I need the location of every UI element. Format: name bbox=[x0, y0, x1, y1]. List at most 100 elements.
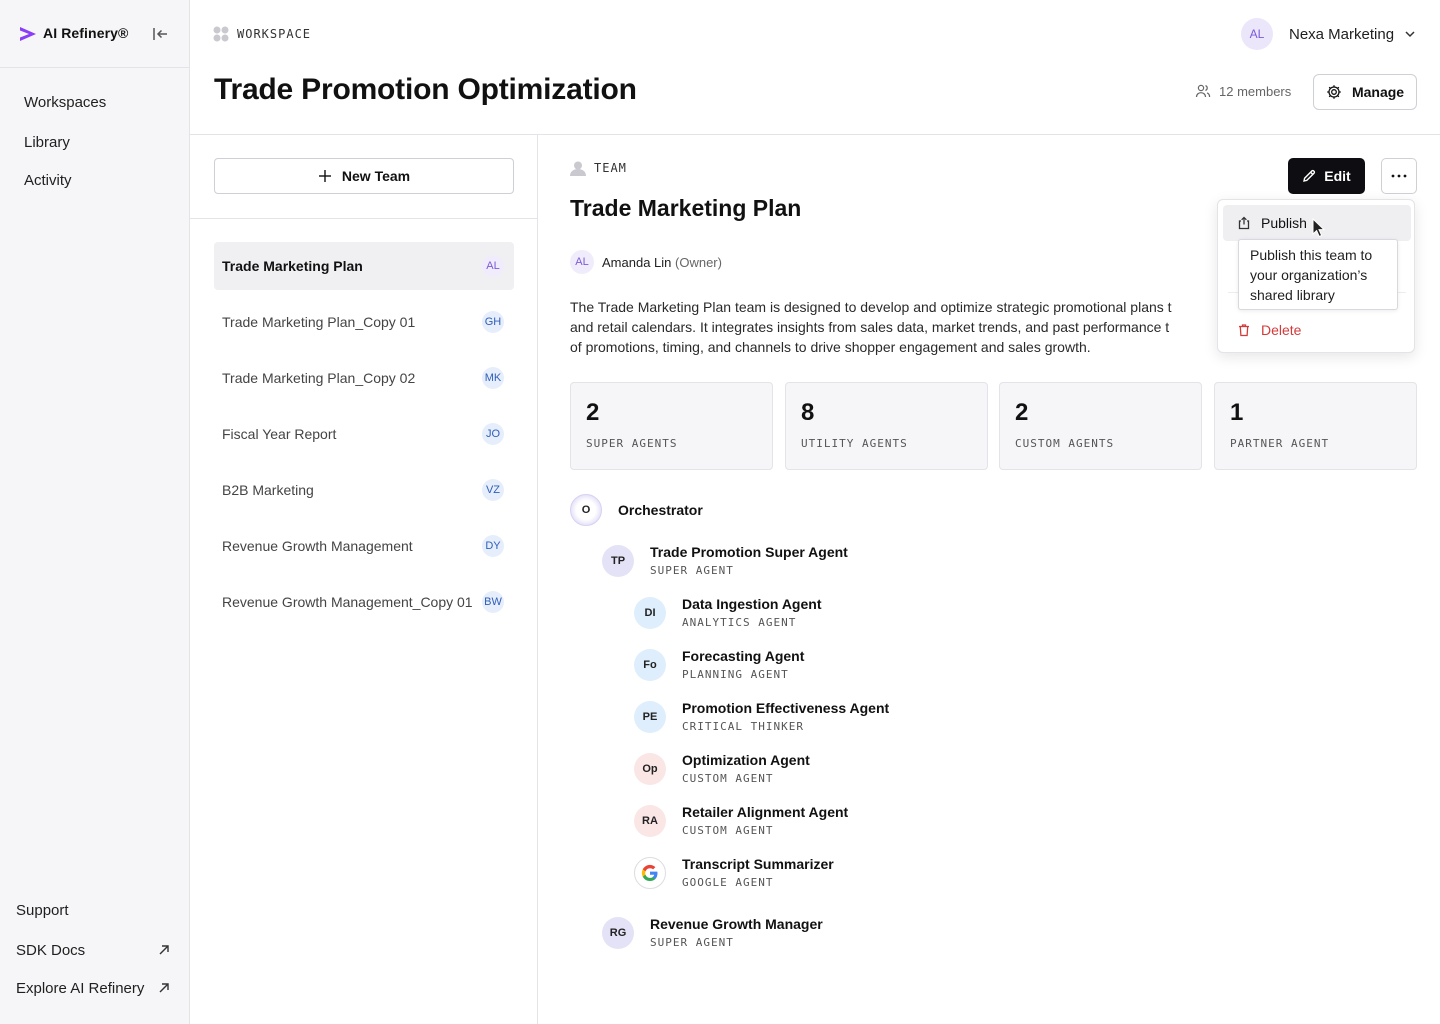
org-name: Nexa Marketing bbox=[1289, 25, 1395, 43]
nav-activity[interactable]: Activity bbox=[24, 172, 72, 189]
team-item-label: Trade Marketing Plan_Copy 02 bbox=[222, 370, 416, 386]
explore-label: Explore AI Refinery bbox=[16, 980, 145, 997]
team-list-divider bbox=[190, 218, 537, 219]
team-item[interactable]: Fiscal Year Report JO bbox=[214, 410, 514, 458]
team-item[interactable]: Trade Marketing Plan_Copy 02 MK bbox=[214, 354, 514, 402]
delete-menu-item[interactable]: Delete bbox=[1223, 312, 1411, 348]
team-item-label: Trade Marketing Plan bbox=[222, 258, 363, 274]
team-item[interactable]: Trade Marketing Plan_Copy 01 GH bbox=[214, 298, 514, 346]
agent-node[interactable]: RA Retailer Alignment Agent CUSTOM AGENT bbox=[634, 804, 848, 837]
agent-name: Revenue Growth Manager bbox=[650, 916, 823, 932]
agent-type: CUSTOM AGENT bbox=[682, 772, 774, 785]
members-count[interactable]: 12 members bbox=[1195, 83, 1291, 99]
agent-name: Transcript Summarizer bbox=[682, 856, 834, 872]
brand-header: AI Refinery® bbox=[0, 0, 189, 68]
agent-node[interactable]: Fo Forecasting Agent PLANNING AGENT bbox=[634, 648, 804, 681]
agent-avatar: Op bbox=[634, 752, 666, 785]
agent-type: SUPER AGENT bbox=[650, 936, 734, 949]
ai-refinery-logo-icon bbox=[20, 27, 36, 41]
agent-avatar: RG bbox=[602, 916, 634, 949]
edit-button[interactable]: Edit bbox=[1288, 158, 1365, 194]
team-owner-avatar: GH bbox=[482, 311, 504, 333]
workspace-label-text: WORKSPACE bbox=[237, 27, 312, 41]
agent-name: Trade Promotion Super Agent bbox=[650, 544, 848, 560]
team-item[interactable]: Trade Marketing Plan AL bbox=[214, 242, 514, 290]
plus-icon bbox=[318, 170, 331, 182]
manage-button[interactable]: Manage bbox=[1313, 74, 1417, 110]
agent-avatar: Fo bbox=[634, 648, 666, 681]
workspace-icon bbox=[213, 26, 229, 42]
team-owner: AL Amanda Lin (Owner) bbox=[570, 250, 722, 274]
agent-avatar: RA bbox=[634, 804, 666, 837]
agent-node[interactable]: Op Optimization Agent CUSTOM AGENT bbox=[634, 752, 810, 785]
description-line: The Trade Marketing Plan team is designe… bbox=[570, 299, 1172, 315]
members-label: 12 members bbox=[1219, 83, 1292, 99]
agent-type: GOOGLE AGENT bbox=[682, 876, 774, 889]
agent-avatar: TP bbox=[602, 544, 634, 577]
owner-name-text: Amanda Lin bbox=[602, 254, 672, 270]
agent-name: Optimization Agent bbox=[682, 752, 810, 768]
brand-name[interactable]: AI Refinery® bbox=[43, 25, 128, 41]
team-item-label: B2B Marketing bbox=[222, 482, 314, 498]
trash-icon bbox=[1239, 324, 1249, 337]
team-list-panel: New Team Trade Marketing Plan AL Trade M… bbox=[190, 135, 538, 1024]
team-description: The Trade Marketing Plan team is designe… bbox=[570, 297, 1225, 359]
team-item[interactable]: Revenue Growth Management DY bbox=[214, 522, 514, 570]
share-upload-icon bbox=[1238, 216, 1250, 230]
users-icon bbox=[1195, 84, 1211, 98]
stat-card-utility-agents: 8 UTILITY AGENTS bbox=[785, 382, 988, 470]
support-label: Support bbox=[16, 902, 69, 919]
sdk-docs-link[interactable]: SDK Docs bbox=[16, 942, 174, 959]
team-item-label: Trade Marketing Plan_Copy 01 bbox=[222, 314, 416, 330]
edit-label: Edit bbox=[1324, 168, 1351, 184]
agent-avatar: PE bbox=[634, 700, 666, 733]
stat-value: 2 bbox=[586, 399, 600, 426]
stat-card-custom-agents: 2 CUSTOM AGENTS bbox=[999, 382, 1202, 470]
team-owner-avatar: JO bbox=[482, 423, 504, 445]
agent-name: Forecasting Agent bbox=[682, 648, 805, 664]
team-owner-avatar: BW bbox=[482, 591, 504, 613]
more-options-button[interactable] bbox=[1381, 158, 1417, 194]
stat-value: 8 bbox=[801, 399, 815, 426]
agent-type: ANALYTICS AGENT bbox=[682, 616, 797, 629]
external-link-icon bbox=[159, 945, 169, 955]
team-item-label: Fiscal Year Report bbox=[222, 426, 337, 442]
stat-card-partner-agent: 1 PARTNER AGENT bbox=[1214, 382, 1417, 470]
team-title: Trade Marketing Plan bbox=[570, 195, 802, 221]
team-owner-avatar: VZ bbox=[482, 479, 504, 501]
team-item-label: Revenue Growth Management bbox=[222, 538, 413, 554]
avatar: AL bbox=[1241, 18, 1273, 50]
nav-library[interactable]: Library bbox=[24, 134, 70, 151]
stat-value: 2 bbox=[1015, 399, 1029, 426]
nav-workspaces[interactable]: Workspaces bbox=[24, 94, 106, 111]
support-link[interactable]: Support bbox=[16, 902, 174, 919]
super-agent-node[interactable]: TP Trade Promotion Super Agent SUPER AGE… bbox=[602, 544, 848, 577]
owner-role: (Owner) bbox=[675, 254, 722, 270]
collapse-sidebar-icon[interactable] bbox=[151, 25, 169, 43]
team-owner-avatar: DY bbox=[482, 535, 504, 557]
description-line: of promotions, timing, and channels to d… bbox=[570, 339, 1091, 355]
new-team-label: New Team bbox=[341, 168, 411, 184]
publish-label: Publish bbox=[1261, 215, 1307, 231]
agent-name: Data Ingestion Agent bbox=[682, 596, 822, 612]
explore-ai-refinery-link[interactable]: Explore AI Refinery bbox=[16, 980, 174, 997]
team-item[interactable]: Revenue Growth Management_Copy 01 BW bbox=[214, 578, 514, 626]
stat-caption: CUSTOM AGENTS bbox=[1015, 437, 1115, 450]
super-agent-node[interactable]: RG Revenue Growth Manager SUPER AGENT bbox=[602, 916, 823, 949]
pencil-icon bbox=[1303, 169, 1316, 182]
new-team-button[interactable]: New Team bbox=[214, 158, 514, 194]
orchestrator-node[interactable]: O Orchestrator bbox=[570, 494, 703, 526]
agent-node[interactable]: DI Data Ingestion Agent ANALYTICS AGENT bbox=[634, 596, 822, 629]
stat-caption: UTILITY AGENTS bbox=[801, 437, 908, 450]
team-icon bbox=[570, 161, 586, 176]
stat-value: 1 bbox=[1230, 399, 1244, 426]
team-tag: TEAM bbox=[570, 160, 627, 176]
delete-label: Delete bbox=[1261, 322, 1302, 338]
stat-caption: SUPER AGENTS bbox=[586, 437, 678, 450]
agent-node[interactable]: PE Promotion Effectiveness Agent CRITICA… bbox=[634, 700, 889, 733]
team-item[interactable]: B2B Marketing VZ bbox=[214, 466, 514, 514]
org-switcher[interactable]: AL Nexa Marketing bbox=[1241, 18, 1416, 50]
agent-node[interactable]: Transcript Summarizer GOOGLE AGENT bbox=[634, 856, 834, 889]
agent-name: Retailer Alignment Agent bbox=[682, 804, 849, 820]
owner-name: Amanda Lin (Owner) bbox=[602, 255, 722, 270]
